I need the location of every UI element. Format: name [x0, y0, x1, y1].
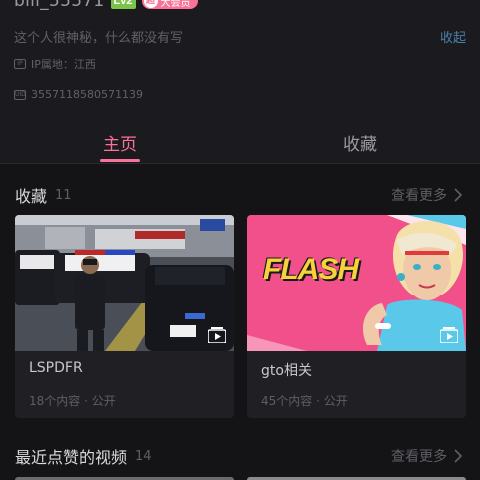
- tab-favorites[interactable]: 收藏: [343, 130, 377, 155]
- see-more-label: 查看更多: [391, 449, 447, 465]
- username: bili_55571: [14, 0, 105, 11]
- uid-text: 3557118580571139: [31, 88, 143, 101]
- vip-icon: 超: [143, 0, 158, 8]
- username-row: bili_55571 Lv2 超 大会员: [14, 0, 198, 12]
- uid-icon: UID: [14, 89, 26, 100]
- favorite-folder-card[interactable]: LSPDFR 18个内容 · 公开: [15, 215, 234, 418]
- liked-see-more-button[interactable]: 查看更多: [391, 446, 465, 466]
- see-more-label: 查看更多: [391, 188, 447, 204]
- ip-location-row: IP IP属地：江西: [14, 56, 96, 72]
- folder-cover-image: [15, 215, 234, 351]
- favorites-count: 11: [55, 187, 72, 203]
- collapse-button[interactable]: 收起: [440, 27, 466, 46]
- level-badge: Lv2: [110, 0, 136, 9]
- folder-title: gto相关: [261, 363, 312, 379]
- tab-home[interactable]: 主页: [103, 130, 137, 155]
- profile-header: bili_55571 Lv2 超 大会员 这个人很神秘，什么都没有写 收起 IP…: [0, 0, 480, 118]
- cover-logo-text: FLASH: [263, 253, 359, 286]
- favorite-folder-card[interactable]: FLASH gto相关 45个内容 · 公开: [247, 215, 466, 418]
- liked-videos-count: 14: [135, 448, 152, 464]
- favorites-section-header: 收藏 11 查看更多: [15, 183, 465, 207]
- folder-meta: 18个内容 · 公开: [29, 394, 116, 408]
- vip-badge[interactable]: 超 大会员: [141, 0, 198, 9]
- folder-meta: 45个内容 · 公开: [261, 394, 348, 408]
- favorites-see-more-button[interactable]: 查看更多: [391, 185, 465, 205]
- ip-location-text: IP属地：江西: [31, 58, 96, 71]
- chevron-right-icon: [454, 449, 463, 463]
- profile-tabs: 主页 收藏: [0, 118, 480, 164]
- liked-videos-section-header: 最近点赞的视频 14 查看更多: [15, 444, 465, 468]
- playlist-icon: [208, 327, 226, 343]
- ip-location-icon: IP: [14, 59, 26, 69]
- active-tab-indicator: [100, 159, 140, 162]
- vip-label: 大会员: [160, 0, 191, 9]
- liked-videos-title: 最近点赞的视频: [15, 448, 128, 467]
- folder-title: LSPDFR: [29, 360, 83, 376]
- uid-row[interactable]: UID 3557118580571139: [14, 88, 143, 101]
- chevron-right-icon: [454, 188, 463, 202]
- bio-text: 这个人很神秘，什么都没有写: [14, 31, 184, 46]
- playlist-icon: [440, 327, 458, 343]
- favorites-title: 收藏: [15, 187, 48, 206]
